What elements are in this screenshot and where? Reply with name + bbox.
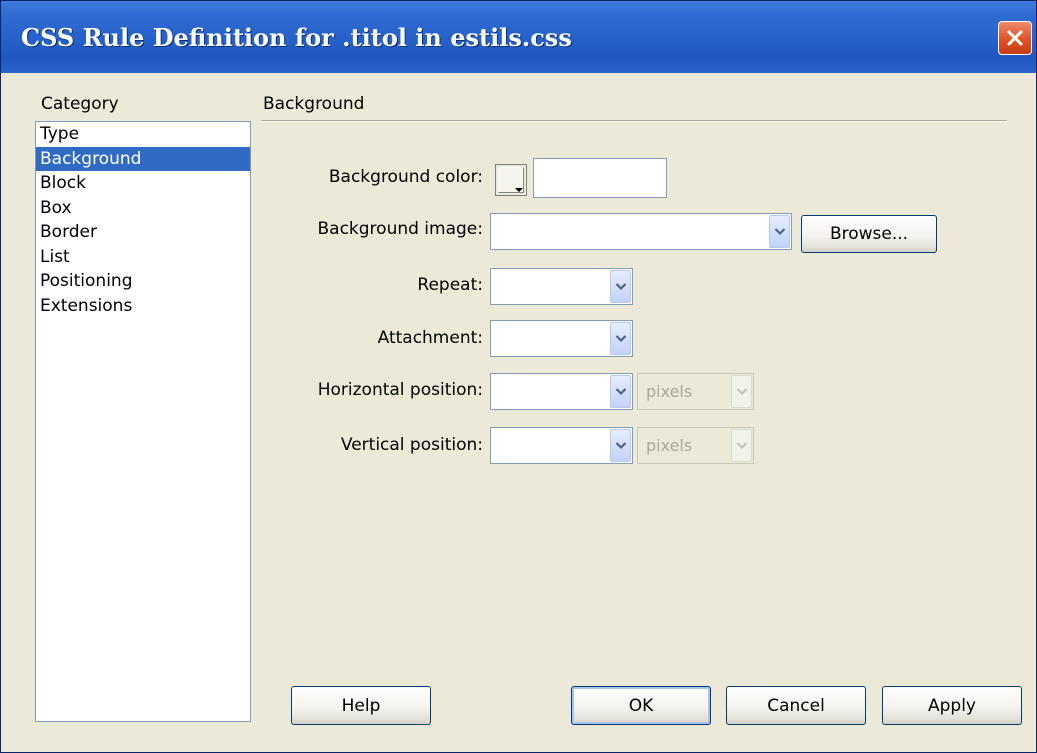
category-item-background[interactable]: Background xyxy=(36,146,250,171)
hpos-unit-value: pixels xyxy=(646,382,693,401)
attachment-label: Attachment: xyxy=(377,328,483,348)
repeat-dropdown-button[interactable] xyxy=(610,270,631,303)
title-bar[interactable]: CSS Rule Definition for .titol in estils… xyxy=(1,1,1036,73)
category-item-list[interactable]: List xyxy=(36,245,250,270)
hpos-unit-select[interactable]: pixels xyxy=(637,373,754,410)
repeat-select[interactable] xyxy=(490,268,633,305)
attachment-select[interactable] xyxy=(490,320,633,357)
chevron-down-icon xyxy=(736,388,747,396)
vpos-unit-value: pixels xyxy=(646,436,693,455)
attachment-dropdown-button[interactable] xyxy=(610,322,631,355)
category-item-type[interactable]: Type xyxy=(36,122,250,147)
category-item-extensions[interactable]: Extensions xyxy=(36,294,250,319)
chevron-down-icon xyxy=(615,388,626,396)
bg-image-label: Background image: xyxy=(317,219,483,239)
panel-heading: Background xyxy=(263,94,365,114)
category-item-box[interactable]: Box xyxy=(36,196,250,221)
hpos-label: Horizontal position: xyxy=(317,380,483,400)
vpos-unit-select[interactable]: pixels xyxy=(637,427,754,464)
vpos-label: Vertical position: xyxy=(340,435,483,455)
close-button[interactable] xyxy=(998,21,1032,55)
category-item-border[interactable]: Border xyxy=(36,220,250,245)
category-item-block[interactable]: Block xyxy=(36,171,250,196)
category-heading: Category xyxy=(41,94,119,114)
ok-button[interactable]: OK xyxy=(571,686,711,725)
bg-image-combo[interactable] xyxy=(490,213,792,250)
chevron-down-icon xyxy=(615,283,626,291)
help-button[interactable]: Help xyxy=(291,686,431,725)
vpos-unit-dropdown-button[interactable] xyxy=(731,429,752,462)
bg-image-dropdown-button[interactable] xyxy=(769,215,790,248)
chevron-down-icon xyxy=(515,188,523,192)
hpos-select[interactable] xyxy=(490,373,633,410)
bg-color-label: Background color: xyxy=(328,167,483,187)
bg-color-input[interactable] xyxy=(533,158,667,198)
cancel-button[interactable]: Cancel xyxy=(726,686,866,725)
css-rule-dialog: CSS Rule Definition for .titol in estils… xyxy=(0,0,1037,753)
vpos-dropdown-button[interactable] xyxy=(610,429,631,462)
category-list[interactable]: Type Background Block Box Border List Po… xyxy=(35,121,251,722)
vpos-select[interactable] xyxy=(490,427,633,464)
repeat-label: Repeat: xyxy=(417,275,483,295)
color-picker-button[interactable] xyxy=(495,164,527,196)
hpos-dropdown-button[interactable] xyxy=(610,375,631,408)
chevron-down-icon xyxy=(615,442,626,450)
chevron-down-icon xyxy=(774,228,785,236)
window-title: CSS Rule Definition for .titol in estils… xyxy=(21,23,572,52)
browse-button[interactable]: Browse... xyxy=(801,215,937,253)
hpos-unit-dropdown-button[interactable] xyxy=(731,375,752,408)
category-item-positioning[interactable]: Positioning xyxy=(36,269,250,294)
chevron-down-icon xyxy=(615,335,626,343)
heading-divider xyxy=(261,120,1007,122)
close-icon xyxy=(1007,30,1023,46)
chevron-down-icon xyxy=(736,442,747,450)
apply-button[interactable]: Apply xyxy=(882,686,1022,725)
